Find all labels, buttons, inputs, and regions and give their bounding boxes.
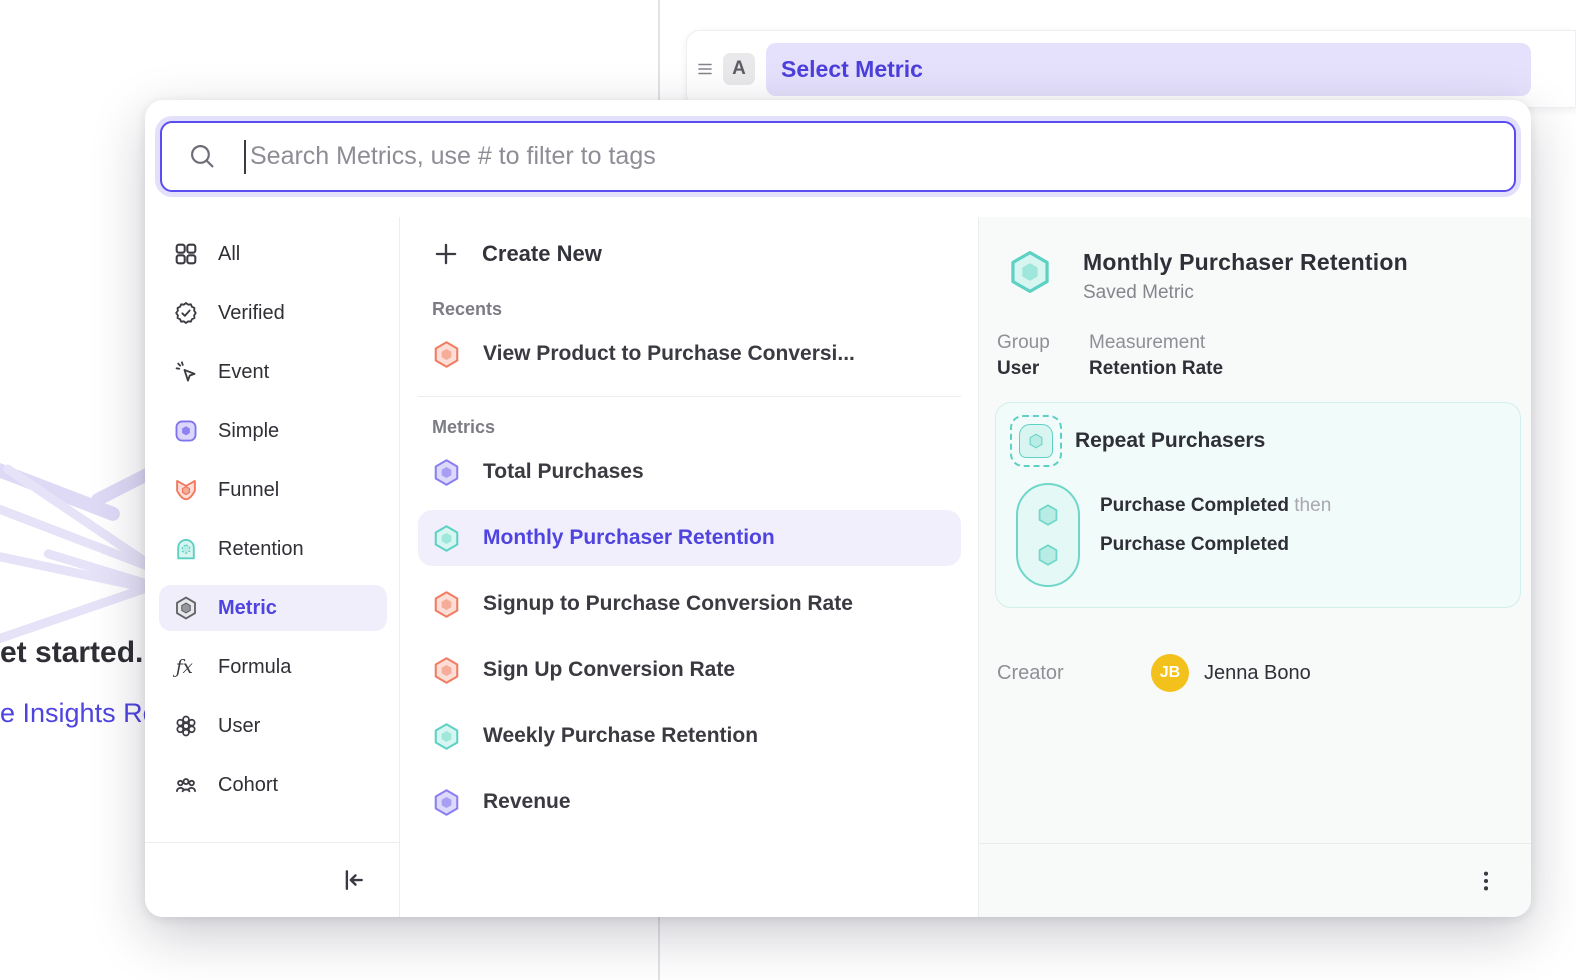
sidebar-item-label: Funnel xyxy=(218,479,279,502)
sidebar-item-simple[interactable]: Simple xyxy=(159,408,387,454)
metric-picker-modal: All Verified Event Simple Funnel xyxy=(145,100,1531,917)
metric-item-label: Sign Up Conversion Rate xyxy=(483,658,735,682)
funnel-metric-hex-icon xyxy=(432,340,461,369)
collapse-sidebar-icon[interactable] xyxy=(339,865,369,895)
group-value: User xyxy=(997,358,1065,380)
metric-list-item[interactable]: Revenue xyxy=(418,774,961,830)
sidebar-item-funnel[interactable]: Funnel xyxy=(159,467,387,513)
search-bar xyxy=(160,121,1516,192)
measurement-label: Measurement xyxy=(1089,332,1223,354)
metrics-section-label: Metrics xyxy=(432,417,961,438)
select-metric-label: Select Metric xyxy=(781,56,923,83)
formula-icon xyxy=(173,654,199,680)
hexagon-icon xyxy=(1027,432,1045,450)
section-divider xyxy=(418,396,961,397)
create-new-button[interactable]: Create New xyxy=(418,229,961,279)
metric-list-item[interactable]: Sign Up Conversion Rate xyxy=(418,642,961,698)
select-metric-button[interactable]: Select Metric xyxy=(766,43,1531,96)
retention-metric-hex-icon xyxy=(1007,249,1053,295)
background-insights-report-link[interactable]: e Insights Re xyxy=(0,698,158,729)
hexagon-icon xyxy=(1035,502,1061,528)
sidebar-item-label: Cohort xyxy=(218,774,278,797)
metric-item-label: Monthly Purchaser Retention xyxy=(483,526,775,550)
sidebar-item-label: Event xyxy=(218,361,269,384)
retention-metric-hex-icon xyxy=(432,722,461,751)
creator-name: Jenna Bono xyxy=(1204,662,1311,685)
cohort-definition-icon xyxy=(1010,415,1062,467)
creator-row: Creator JB Jenna Bono xyxy=(997,654,1531,692)
metric-list-item-selected[interactable]: Monthly Purchaser Retention xyxy=(418,510,961,566)
sidebar-item-verified[interactable]: Verified xyxy=(159,290,387,336)
sidebar-item-metric[interactable]: Metric xyxy=(159,585,387,631)
sidebar-item-event[interactable]: Event xyxy=(159,349,387,395)
sidebar-item-label: All xyxy=(218,243,240,266)
plus-icon xyxy=(432,240,460,268)
retention-metric-hex-icon xyxy=(432,524,461,553)
filter-sidebar: All Verified Event Simple Funnel xyxy=(145,217,400,917)
sidebar-item-label: Formula xyxy=(218,656,291,679)
sidebar-item-cohort[interactable]: Cohort xyxy=(159,762,387,808)
sidebar-item-formula[interactable]: Formula xyxy=(159,644,387,690)
background-headline-fragment: et started. xyxy=(0,636,143,670)
funnel-icon xyxy=(173,477,199,503)
verified-icon xyxy=(173,300,199,326)
search-input[interactable] xyxy=(246,123,1514,190)
sidebar-item-label: Simple xyxy=(218,420,279,443)
drag-handle-icon[interactable] xyxy=(695,59,715,79)
definition-name: Repeat Purchasers xyxy=(1075,429,1265,453)
step-two-event: Purchase Completed xyxy=(1100,534,1289,555)
sidebar-item-label: Verified xyxy=(218,302,285,325)
detail-title: Monthly Purchaser Retention xyxy=(1083,249,1408,276)
sidebar-footer xyxy=(145,842,399,917)
cohort-icon xyxy=(173,772,199,798)
recent-item-label: View Product to Purchase Conversi... xyxy=(483,342,855,366)
recent-item[interactable]: View Product to Purchase Conversi... xyxy=(418,326,961,382)
sidebar-item-retention[interactable]: Retention xyxy=(159,526,387,572)
metric-detail-panel: Monthly Purchaser Retention Saved Metric… xyxy=(978,217,1531,917)
step-one-event: Purchase Completed xyxy=(1100,495,1289,516)
definition-card: Repeat Purchasers Purchase Completed the… xyxy=(995,402,1521,608)
more-options-icon[interactable] xyxy=(1473,868,1499,894)
metric-item-label: Weekly Purchase Retention xyxy=(483,724,758,748)
metric-item-label: Revenue xyxy=(483,790,571,814)
detail-subtitle: Saved Metric xyxy=(1083,282,1408,304)
create-new-label: Create New xyxy=(482,241,602,267)
metric-item-label: Signup to Purchase Conversion Rate xyxy=(483,592,853,616)
step-connector: then xyxy=(1294,495,1331,516)
creator-label: Creator xyxy=(997,662,1119,685)
metric-list-column: Create New Recents View Product to Purch… xyxy=(400,217,978,917)
recents-section-label: Recents xyxy=(432,299,961,320)
retention-icon xyxy=(173,536,199,562)
simple-metric-hex-icon xyxy=(432,458,461,487)
user-icon xyxy=(173,713,199,739)
sidebar-item-label: User xyxy=(218,715,260,738)
creator-avatar: JB xyxy=(1151,654,1189,692)
event-sequence-pill xyxy=(1016,483,1080,587)
search-icon xyxy=(188,142,217,171)
sidebar-item-label: Retention xyxy=(218,538,304,561)
metric-letter-badge[interactable]: A xyxy=(723,53,755,85)
all-icon xyxy=(173,241,199,267)
simple-metric-hex-icon xyxy=(432,788,461,817)
simple-icon xyxy=(173,418,199,444)
sidebar-item-user[interactable]: User xyxy=(159,703,387,749)
hexagon-icon xyxy=(1035,542,1061,568)
sidebar-item-label: Metric xyxy=(218,597,277,620)
funnel-metric-hex-icon xyxy=(432,656,461,685)
query-builder-row: A Select Metric xyxy=(686,30,1576,108)
metric-list-item[interactable]: Weekly Purchase Retention xyxy=(418,708,961,764)
metric-list-item[interactable]: Signup to Purchase Conversion Rate xyxy=(418,576,961,632)
metric-item-label: Total Purchases xyxy=(483,460,644,484)
metric-icon xyxy=(173,595,199,621)
event-icon xyxy=(173,359,199,385)
group-label: Group xyxy=(997,332,1065,354)
measurement-value: Retention Rate xyxy=(1089,358,1223,380)
detail-footer xyxy=(979,843,1531,917)
sidebar-item-all[interactable]: All xyxy=(159,231,387,277)
metric-list-item[interactable]: Total Purchases xyxy=(418,444,961,500)
funnel-metric-hex-icon xyxy=(432,590,461,619)
